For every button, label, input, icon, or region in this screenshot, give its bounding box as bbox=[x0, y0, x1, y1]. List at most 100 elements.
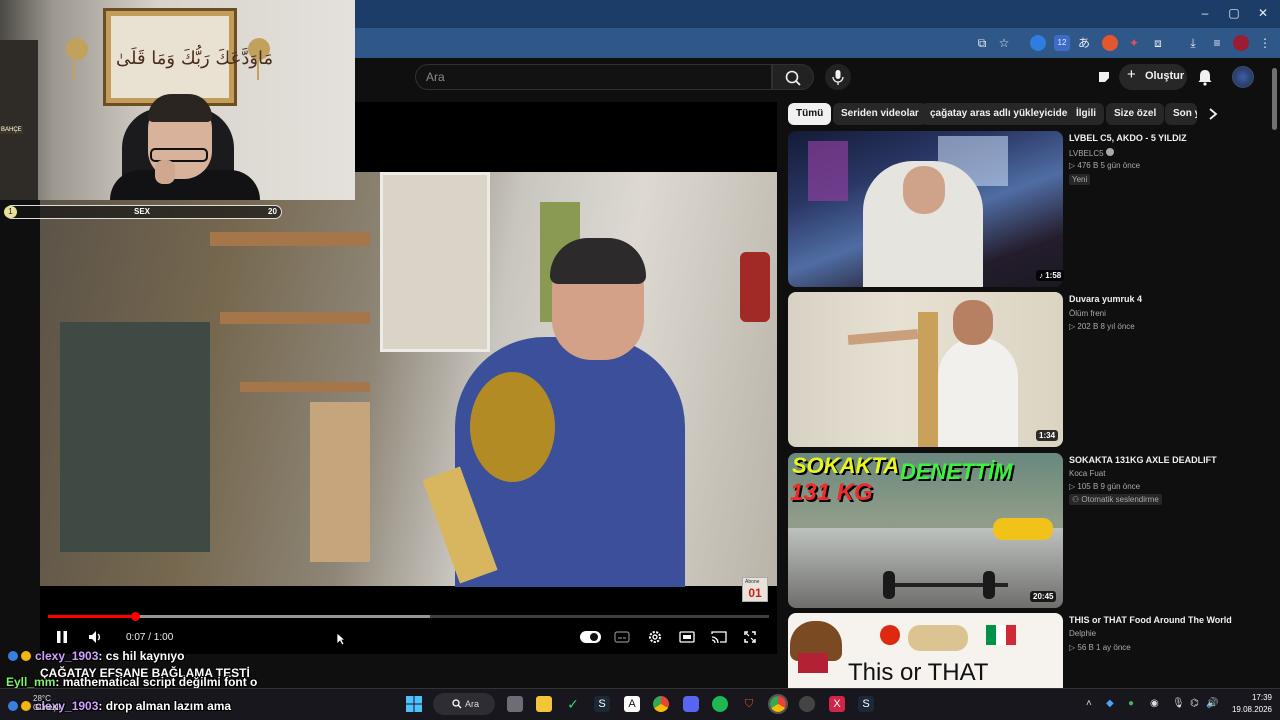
recommendation-title[interactable]: SOKAKTA 131KG AXLE DEADLIFT bbox=[1069, 455, 1217, 465]
create-label: Oluştur bbox=[1145, 70, 1185, 82]
recommendation-channel[interactable]: Koca Fuat bbox=[1069, 469, 1105, 478]
microphone-icon bbox=[832, 70, 844, 85]
subtitles-icon[interactable] bbox=[614, 630, 630, 644]
miniplayer-icon[interactable] bbox=[679, 630, 695, 644]
new-badge: Yeni bbox=[1069, 174, 1091, 185]
taskbar-search-icon bbox=[452, 699, 462, 709]
chip-related[interactable]: İlgili bbox=[1068, 103, 1104, 125]
tray-network-icon[interactable]: ⌬ bbox=[1190, 698, 1199, 709]
media-controls-icon[interactable]: ≡ bbox=[1209, 35, 1225, 51]
fullscreen-icon[interactable] bbox=[743, 630, 757, 644]
goal-left-value: 1 bbox=[4, 206, 17, 218]
tray-volume-icon[interactable]: 🔊 bbox=[1206, 698, 1218, 709]
user-avatar[interactable] bbox=[1232, 66, 1254, 88]
steam-icon[interactable]: S bbox=[594, 696, 610, 712]
thumb-text-this-or-that: This or THAT bbox=[848, 659, 989, 686]
tray-overflow-icon[interactable]: ˄ bbox=[1086, 698, 1092, 709]
tray-mic-icon[interactable]: 🎙 bbox=[1172, 698, 1185, 709]
search-button[interactable] bbox=[772, 64, 814, 90]
create-studio-icon[interactable] bbox=[1096, 69, 1112, 85]
notifications-bell-icon[interactable] bbox=[1197, 68, 1213, 86]
taskbar-date[interactable]: 19.08.2026 bbox=[1222, 705, 1272, 714]
cast-icon[interactable] bbox=[711, 630, 727, 644]
obs-icon[interactable] bbox=[799, 696, 815, 712]
steam-second-icon[interactable]: S bbox=[858, 696, 874, 712]
tray-chrome-icon[interactable]: ● bbox=[1128, 698, 1134, 709]
recommendation-title[interactable]: Duvara yumruk 4 bbox=[1069, 294, 1142, 304]
subscriber-badge-icon bbox=[8, 651, 18, 661]
tray-app-icon[interactable]: ◆ bbox=[1106, 698, 1114, 709]
settings-gear-icon[interactable] bbox=[647, 629, 663, 645]
bookmark-star-icon[interactable]: ☆ bbox=[996, 35, 1012, 51]
checkmark-app-icon[interactable]: ✓ bbox=[565, 696, 581, 712]
close-button[interactable]: ✕ bbox=[1254, 6, 1272, 20]
recommendation-meta: ▷ 56 B 1 ay önce bbox=[1069, 643, 1131, 652]
progress-scrubber-handle[interactable] bbox=[130, 612, 140, 621]
x-app-icon[interactable]: X bbox=[829, 696, 845, 712]
duration-badge: 1:34 bbox=[1036, 430, 1059, 441]
translate-icon[interactable]: あ bbox=[1076, 35, 1092, 51]
install-app-icon[interactable]: ⧉ bbox=[974, 35, 990, 51]
profile-avatar-icon[interactable] bbox=[1233, 35, 1249, 51]
page-scrollbar[interactable] bbox=[1272, 68, 1277, 130]
weather-widget[interactable]: 28°C Güneşli bbox=[33, 694, 60, 712]
pause-icon[interactable] bbox=[55, 630, 69, 644]
recommendation-title[interactable]: LVBEL C5, AKDO - 5 YILDIZ bbox=[1069, 133, 1187, 143]
extension-pin-icon[interactable]: ✦ bbox=[1126, 35, 1142, 51]
recommendation-title[interactable]: THIS or THAT Food Around The World bbox=[1069, 615, 1232, 625]
thumb-text-sokakta: SOKAKTA bbox=[792, 453, 900, 478]
chip-all[interactable]: Tümü bbox=[788, 103, 832, 125]
extensions-puzzle-icon[interactable]: ⧈ bbox=[1150, 35, 1166, 51]
verified-check-icon bbox=[1105, 148, 1114, 156]
recommendation-thumbnail[interactable]: This or THAT bbox=[788, 613, 1063, 688]
chip-recent[interactable]: Son y bbox=[1165, 103, 1197, 125]
watermark-number: 01 bbox=[748, 586, 762, 600]
thumb-text-131kg: 131 KG bbox=[790, 479, 873, 506]
recommendation-channel[interactable]: Ölüm freni bbox=[1069, 309, 1106, 318]
menu-kebab-icon[interactable]: ⋮ bbox=[1257, 35, 1273, 51]
recommendation-thumbnail[interactable]: SOKAKTA 131 KG DENETTİM bbox=[788, 453, 1063, 608]
taskbar-search[interactable] bbox=[433, 693, 495, 715]
voice-search-button[interactable] bbox=[825, 64, 851, 90]
volume-icon[interactable] bbox=[88, 630, 104, 644]
bits-badge-icon bbox=[21, 701, 31, 711]
chip-uploader[interactable]: çağatay aras adlı yükleyiciden bbox=[922, 103, 1082, 125]
file-explorer-icon[interactable] bbox=[536, 696, 552, 712]
text-app-icon[interactable]: A bbox=[624, 696, 640, 712]
goal-label: SEX bbox=[134, 207, 151, 216]
windows-start-icon[interactable] bbox=[406, 696, 422, 712]
recommendation-thumbnail[interactable] bbox=[788, 292, 1063, 447]
taskbar-time[interactable]: 17:39 bbox=[1222, 693, 1272, 702]
minimize-button[interactable]: – bbox=[1196, 6, 1214, 20]
autoplay-toggle-knob bbox=[590, 633, 598, 641]
task-view-icon[interactable] bbox=[507, 696, 523, 712]
search-input[interactable] bbox=[415, 64, 772, 90]
chrome-active-icon[interactable] bbox=[768, 694, 788, 714]
webcam-overlay bbox=[0, 0, 355, 200]
progress-played bbox=[48, 615, 135, 618]
extension-badge-icon[interactable]: 12 bbox=[1054, 35, 1070, 51]
search-icon bbox=[785, 70, 801, 86]
recommendation-channel[interactable]: LVBELC5 bbox=[1069, 148, 1114, 158]
screen: – ▢ ✕ ⧉ ☆ 12 あ ✦ ⧈ ⤓ ≡ ⋮ Ara + Oluştur 0… bbox=[0, 0, 1280, 720]
chrome-icon[interactable] bbox=[653, 696, 669, 712]
download-icon[interactable]: ⤓ bbox=[1185, 35, 1201, 51]
chip-for-you[interactable]: Size özel bbox=[1106, 103, 1165, 125]
extension-red-icon[interactable] bbox=[1102, 35, 1118, 51]
recommendation-meta: ▷ 105 B 9 gün önce bbox=[1069, 482, 1141, 491]
maximize-button[interactable]: ▢ bbox=[1225, 6, 1243, 20]
extension-icon[interactable] bbox=[1030, 35, 1046, 51]
goal-right-value: 20 bbox=[268, 207, 277, 216]
discord-icon[interactable] bbox=[683, 696, 699, 712]
chevron-right-icon[interactable] bbox=[1207, 107, 1219, 121]
spotify-icon[interactable] bbox=[712, 696, 728, 712]
recommendation-channel[interactable]: Delphie bbox=[1069, 629, 1096, 638]
plus-icon: + bbox=[1127, 66, 1136, 83]
chat-message: Eyll_mm: mathematical script değilmi fon… bbox=[6, 675, 258, 689]
recommendation-thumbnail[interactable] bbox=[788, 131, 1063, 287]
chat-message: clexy_1903: cs hil kaynıyo bbox=[8, 649, 184, 663]
tray-discord-icon[interactable]: ◉ bbox=[1150, 698, 1159, 709]
chip-series[interactable]: Seriden videolar bbox=[833, 103, 927, 125]
shield-app-icon[interactable]: ⛉ bbox=[741, 696, 757, 712]
dubbing-icon: ⚇ bbox=[1072, 495, 1082, 504]
